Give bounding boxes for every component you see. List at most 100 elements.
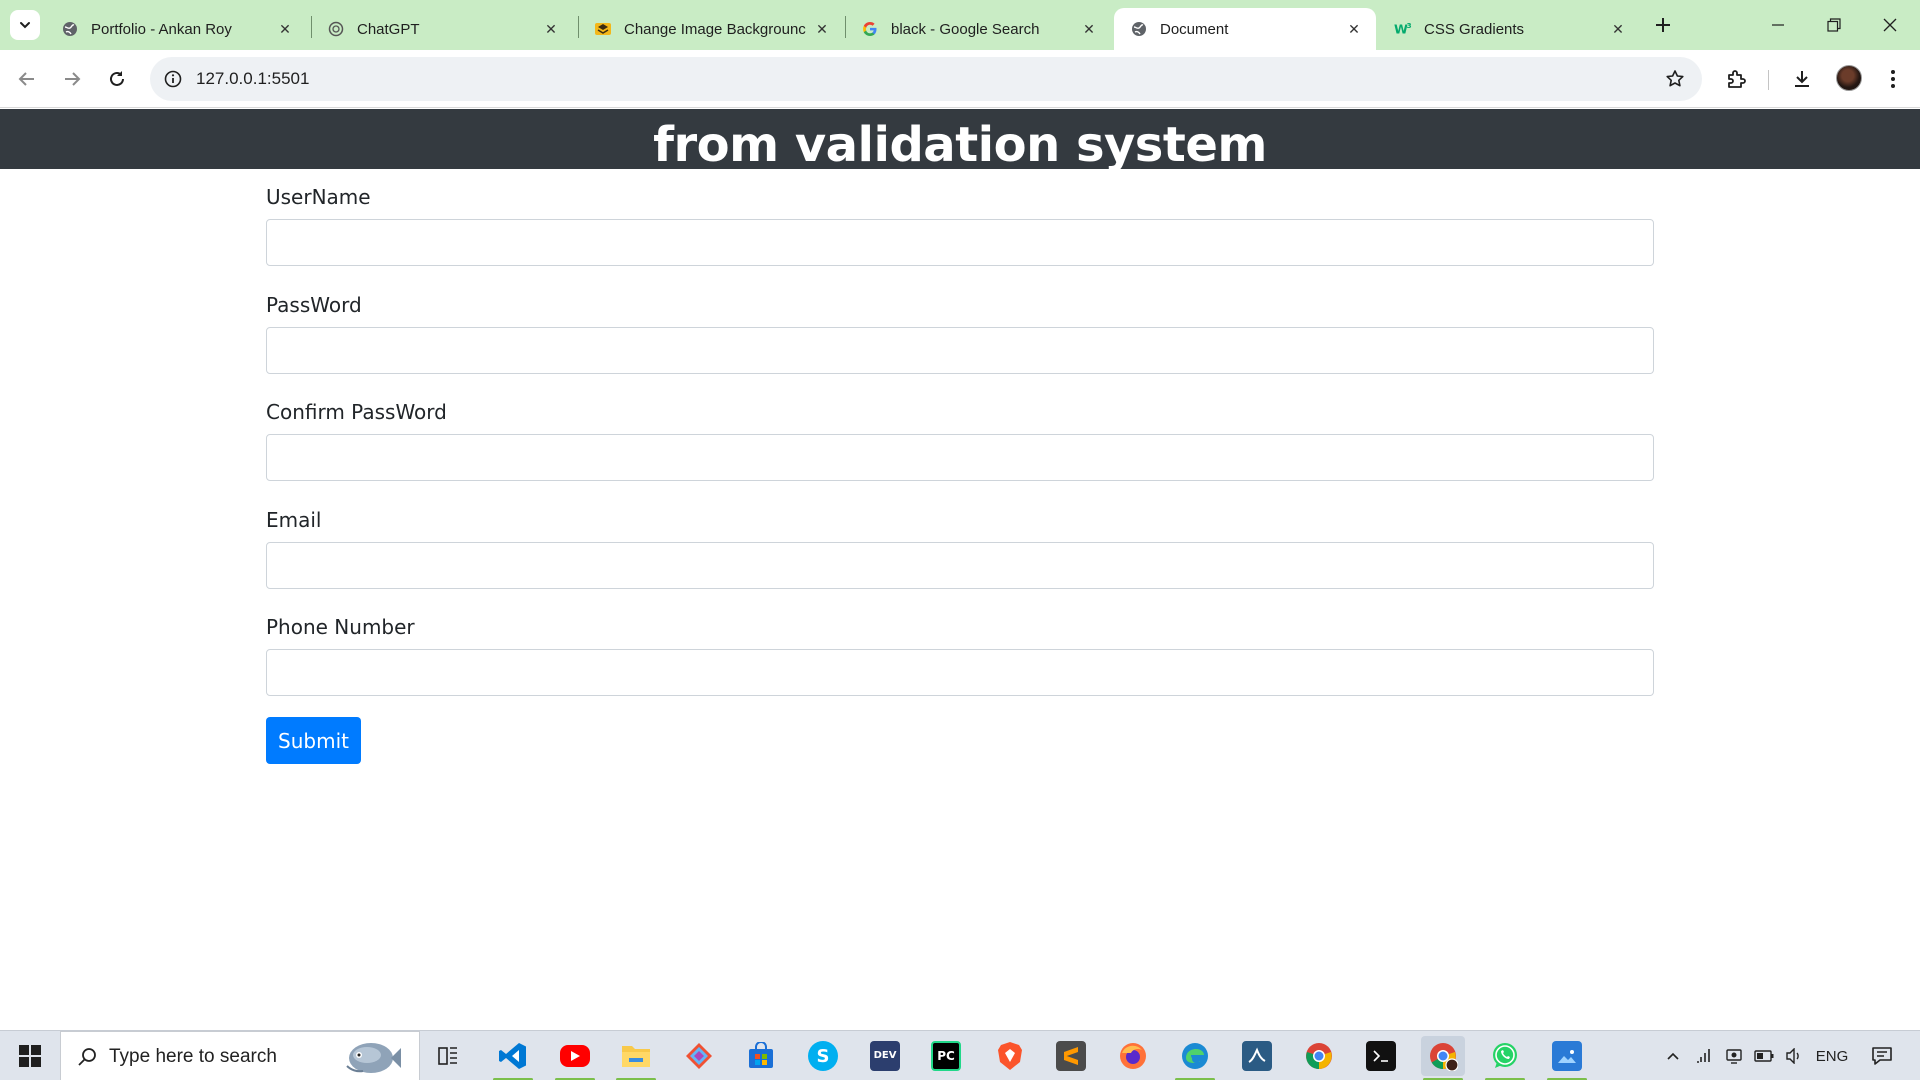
taskbar-chrome[interactable] (1297, 1036, 1341, 1076)
chevron-up-icon (1667, 1052, 1679, 1060)
start-button[interactable] (0, 1031, 60, 1080)
tab-css-gradients[interactable]: W3 CSS Gradients ✕ (1378, 8, 1640, 50)
url-input[interactable] (196, 69, 1596, 89)
taskbar-skype[interactable]: S (801, 1036, 845, 1076)
network-icon[interactable] (1690, 1031, 1718, 1080)
email-group: Email (266, 492, 1654, 600)
tab-change-image-background[interactable]: Change Image Backgrounc ✕ (578, 8, 844, 50)
extensions-icon[interactable] (1722, 65, 1750, 93)
close-icon[interactable]: ✕ (1608, 19, 1628, 39)
battery-icon[interactable] (1750, 1031, 1778, 1080)
youtube-icon (560, 1045, 590, 1067)
confirm-password-input[interactable] (266, 434, 1654, 481)
taskbar-git[interactable] (677, 1036, 721, 1076)
back-button[interactable] (9, 61, 45, 97)
address-bar[interactable] (150, 57, 1702, 101)
tab-title: Portfolio - Ankan Roy (91, 20, 232, 38)
close-icon[interactable]: ✕ (275, 19, 295, 39)
browser-toolbar (0, 50, 1920, 108)
new-tab-button[interactable] (1648, 10, 1678, 40)
forward-button[interactable] (54, 61, 90, 97)
plus-icon (1656, 18, 1670, 32)
taskbar-mysql-workbench[interactable] (1235, 1036, 1279, 1076)
taskbar-microsoft-store[interactable] (739, 1036, 783, 1076)
taskbar-vscode[interactable] (491, 1036, 535, 1080)
page-header: from validation system (0, 109, 1920, 173)
firefox-icon (1120, 1043, 1146, 1069)
password-label: PassWord (266, 292, 362, 317)
restore-button[interactable] (1806, 0, 1862, 50)
arrow-left-icon (18, 72, 34, 86)
tab-chatgpt[interactable]: ChatGPT ✕ (311, 8, 573, 50)
submit-button[interactable]: Submit (266, 717, 361, 764)
reload-icon (110, 71, 124, 86)
confirm-password-label: Confirm PassWord (266, 400, 447, 424)
show-hidden-icons-button[interactable] (1658, 1031, 1688, 1080)
task-view-button[interactable] (426, 1036, 470, 1076)
openai-icon (327, 20, 345, 38)
taskbar-brave[interactable] (988, 1036, 1032, 1076)
download-icon[interactable] (1788, 65, 1816, 93)
tab-portfolio[interactable]: Portfolio - Ankan Roy ✕ (45, 8, 307, 50)
close-icon[interactable]: ✕ (812, 19, 832, 39)
validation-form: UserName PassWord Confirm PassWord Email… (266, 169, 1654, 707)
tab-title: Change Image Backgrounc (624, 20, 806, 38)
google-icon (861, 20, 879, 38)
confirm-password-group: Confirm PassWord (266, 384, 1654, 492)
taskbar-chrome-profile[interactable] (1421, 1036, 1465, 1080)
tab-google-search[interactable]: black - Google Search ✕ (845, 8, 1111, 50)
phone-number-input[interactable] (266, 649, 1654, 696)
password-group: PassWord (266, 277, 1654, 385)
menu-kebab-icon[interactable] (1879, 65, 1907, 93)
volume-icon[interactable] (1780, 1031, 1808, 1080)
taskbar-youtube[interactable] (553, 1036, 597, 1080)
taskbar-pycharm[interactable]: PC (924, 1036, 968, 1076)
toolbar-divider (1768, 70, 1769, 90)
tab-title: black - Google Search (891, 20, 1040, 38)
close-window-button[interactable] (1862, 0, 1918, 50)
profile-avatar[interactable] (1836, 65, 1862, 91)
close-icon[interactable]: ✕ (541, 19, 561, 39)
search-highlight-fish-icon (346, 1043, 401, 1073)
notifications-icon[interactable] (1862, 1031, 1902, 1080)
search-placeholder: Type here to search (109, 1046, 277, 1067)
email-label: Email (266, 507, 322, 532)
close-icon (1883, 18, 1897, 32)
brave-icon (998, 1042, 1022, 1070)
language-indicator[interactable]: ENG (1810, 1031, 1854, 1080)
reload-button[interactable] (99, 61, 135, 97)
email-input[interactable] (266, 541, 1654, 589)
close-icon[interactable]: ✕ (1344, 19, 1364, 39)
taskbar-terminal[interactable] (1359, 1036, 1403, 1076)
bookmark-star-icon[interactable] (1662, 66, 1688, 92)
taskbar-edge[interactable] (1173, 1036, 1217, 1080)
taskbar-firefox[interactable] (1111, 1036, 1155, 1076)
chrome-profile-icon (1430, 1043, 1458, 1071)
store-icon (749, 1042, 773, 1068)
tab-search-button[interactable] (10, 10, 40, 40)
whatsapp-icon (1493, 1043, 1517, 1068)
tab-document[interactable]: Document ✕ (1114, 8, 1376, 50)
arrow-right-icon (65, 72, 81, 86)
taskbar-sublime-text[interactable] (1049, 1036, 1093, 1076)
username-label: UserName (266, 185, 371, 209)
password-input[interactable] (266, 326, 1654, 374)
close-icon[interactable]: ✕ (1079, 19, 1099, 39)
chevron-down-icon (20, 22, 30, 29)
site-info-icon[interactable] (160, 66, 186, 92)
minimize-button[interactable] (1750, 0, 1806, 50)
taskbar-photos[interactable] (1545, 1036, 1589, 1080)
taskbar-dev-cpp[interactable]: DEV (863, 1036, 907, 1076)
taskbar-file-explorer[interactable] (614, 1036, 658, 1080)
page-title: from validation system (653, 117, 1267, 173)
git-icon (686, 1043, 712, 1069)
taskbar-search[interactable]: Type here to search (60, 1031, 420, 1080)
security-icon[interactable] (1720, 1031, 1748, 1080)
search-icon (75, 1045, 99, 1069)
sublime-text-icon (1056, 1041, 1086, 1071)
phone-number-label: Phone Number (266, 615, 415, 639)
mysql-workbench-icon (1242, 1041, 1272, 1071)
tab-strip: Portfolio - Ankan Roy ✕ ChatGPT ✕ Change… (0, 0, 1920, 50)
taskbar-whatsapp[interactable] (1483, 1036, 1527, 1080)
username-input[interactable] (266, 219, 1654, 266)
